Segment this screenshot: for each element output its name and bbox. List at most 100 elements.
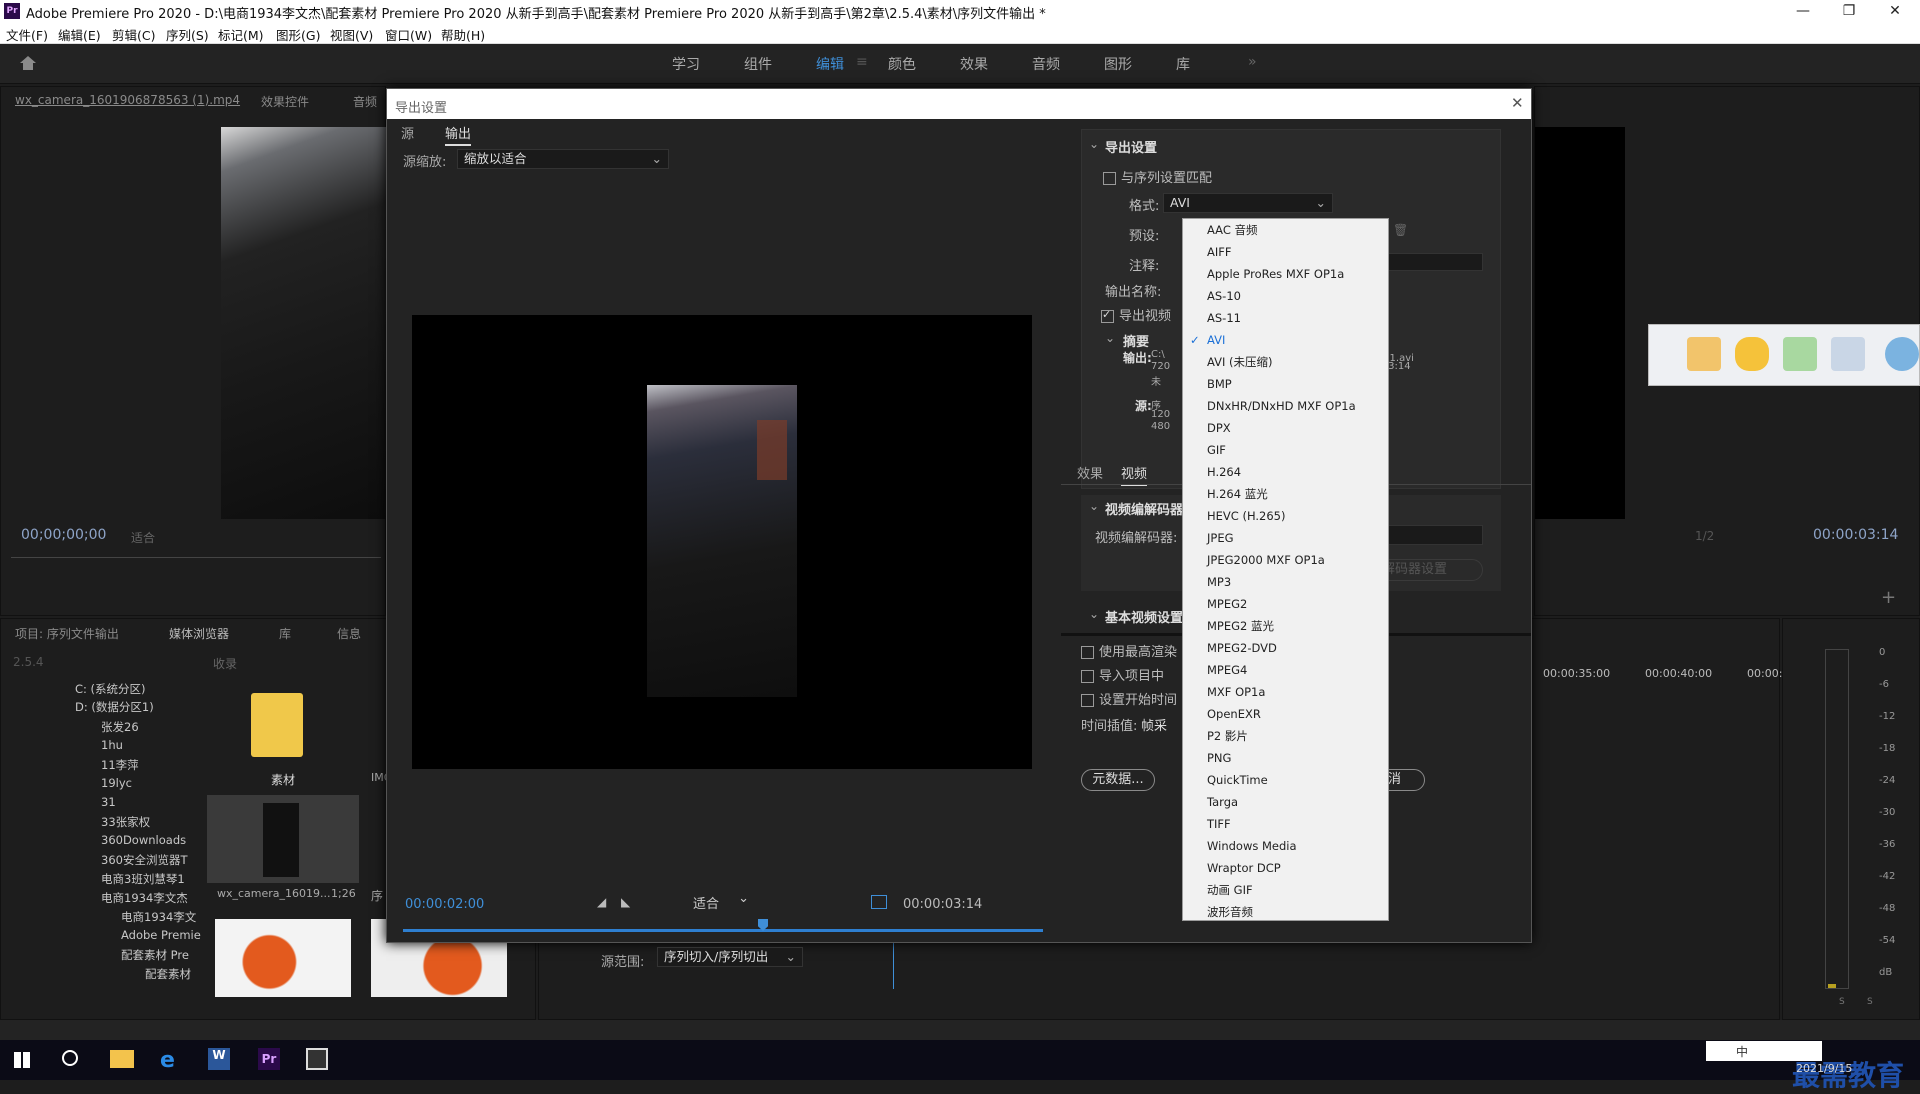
folder-icon[interactable] — [251, 693, 303, 757]
tab-video[interactable]: 视频 — [1121, 463, 1148, 486]
format-option[interactable]: Windows Media — [1183, 835, 1388, 857]
menu-window[interactable]: 窗口(W) — [385, 25, 432, 44]
format-option[interactable]: JPEG — [1183, 527, 1388, 549]
workspace-more-icon[interactable]: » — [1248, 54, 1257, 70]
format-option[interactable]: GIF — [1183, 439, 1388, 461]
windows-start-icon[interactable] — [14, 1052, 30, 1068]
source-scale-select[interactable]: 缩放以适合 ⌄ — [457, 149, 669, 169]
timecode-in[interactable]: 00:00:02:00 — [405, 897, 484, 912]
format-option[interactable]: H.264 — [1183, 461, 1388, 483]
tree-item[interactable]: C: (系统分区) — [75, 681, 146, 697]
source-timecode[interactable]: 00;00;00;00 — [21, 527, 106, 543]
workspace-editing[interactable]: 编辑 — [816, 54, 844, 74]
format-select[interactable]: AVI ⌄ — [1163, 193, 1333, 213]
format-option[interactable]: MPEG2 — [1183, 593, 1388, 615]
taskbar-date[interactable]: 2021/9/15 — [1796, 1062, 1852, 1075]
workspace-assembly[interactable]: 组件 — [744, 54, 772, 74]
solo-button[interactable]: S — [1867, 997, 1873, 1007]
workspace-libraries[interactable]: 库 — [1176, 54, 1190, 74]
format-option[interactable]: 动画 GIF — [1183, 879, 1388, 901]
tree-item[interactable]: 11李萍 — [101, 757, 139, 773]
hand-icon[interactable] — [1687, 337, 1721, 371]
source-tab[interactable]: wx_camera_1601906878563 (1).mp4 — [15, 93, 240, 107]
tree-item[interactable]: 电商1934李文 — [121, 909, 196, 925]
fit-select[interactable]: 适合 ⌄ — [693, 891, 753, 913]
media-browser-tab[interactable]: 媒体浏览器 — [169, 625, 229, 642]
tree-item[interactable]: 33张家权 — [101, 814, 150, 830]
collapse-icon[interactable]: ⌄ — [1089, 137, 1099, 151]
format-option[interactable]: BMP — [1183, 373, 1388, 395]
match-sequence-checkbox[interactable]: 与序列设置匹配 — [1103, 167, 1212, 186]
range-bar[interactable] — [403, 929, 1043, 932]
file-explorer-icon[interactable] — [110, 1050, 134, 1068]
maximize-button[interactable]: ❐ — [1826, 0, 1872, 22]
workspace-color[interactable]: 颜色 — [888, 54, 916, 74]
menu-graphics[interactable]: 图形(G) — [276, 25, 320, 44]
format-option[interactable]: MPEG2-DVD — [1183, 637, 1388, 659]
workspace-learn[interactable]: 学习 — [672, 54, 700, 74]
metadata-button[interactable]: 元数据... — [1081, 769, 1155, 791]
format-option[interactable]: MPEG2 蓝光 — [1183, 615, 1388, 637]
format-option[interactable]: QuickTime — [1183, 769, 1388, 791]
workspace-effects[interactable]: 效果 — [960, 54, 988, 74]
favorites-checkbox[interactable]: 收录 — [213, 655, 237, 672]
tab-output[interactable]: 输出 — [445, 123, 472, 146]
tree-item[interactable]: 360Downloads — [101, 833, 186, 847]
source-fit-select[interactable]: 适合 — [131, 529, 155, 546]
path-select[interactable]: 2.5.4 — [13, 655, 44, 669]
collapse-icon[interactable]: ⌄ — [1089, 499, 1099, 513]
set-in-icon[interactable]: ◢ — [597, 895, 606, 909]
max-render-checkbox[interactable]: 使用最高渲染 — [1081, 641, 1177, 660]
tree-item[interactable]: 360安全浏览器T — [101, 852, 187, 868]
format-option[interactable]: Targa — [1183, 791, 1388, 813]
close-window-button[interactable]: ✕ — [1872, 0, 1918, 22]
tomato-thumbnail[interactable] — [215, 919, 351, 997]
export-icon[interactable] — [1783, 337, 1817, 371]
format-option[interactable]: TIFF — [1183, 813, 1388, 835]
premiere-icon[interactable]: Pr — [258, 1048, 280, 1070]
photos-icon[interactable] — [306, 1048, 328, 1070]
collapse-icon[interactable]: ⌄ — [1105, 331, 1115, 345]
format-option[interactable]: OpenEXR — [1183, 703, 1388, 725]
tree-item[interactable]: 电商3班刘慧琴1 — [101, 871, 185, 887]
program-ratio-select[interactable]: 1/2 — [1695, 529, 1714, 543]
format-option[interactable]: DPX — [1183, 417, 1388, 439]
collapse-icon[interactable]: ⌄ — [1089, 607, 1099, 621]
workspace-menu-icon[interactable]: ≡ — [856, 54, 868, 70]
tree-item[interactable]: 配套素材 Pre — [121, 947, 189, 963]
format-option[interactable]: AIFF — [1183, 241, 1388, 263]
format-option[interactable]: AS-10 — [1183, 285, 1388, 307]
format-option[interactable]: HEVC (H.265) — [1183, 505, 1388, 527]
search-icon[interactable] — [62, 1050, 78, 1066]
menu-file[interactable]: 文件(F) — [6, 25, 48, 44]
format-option-selected[interactable]: ✓ AVI — [1183, 329, 1388, 351]
format-option[interactable]: JPEG2000 MXF OP1a — [1183, 549, 1388, 571]
dialog-close-button[interactable]: ✕ — [1511, 94, 1524, 112]
source-ruler[interactable] — [11, 557, 381, 558]
clip-thumbnail[interactable] — [207, 795, 359, 883]
tab-effects[interactable]: 效果 — [1077, 463, 1103, 482]
effect-controls-tab[interactable]: 效果控件 — [261, 93, 309, 110]
tree-item[interactable]: 张发26 — [101, 719, 139, 735]
format-option[interactable]: P2 影片 — [1183, 725, 1388, 747]
libraries-tab[interactable]: 库 — [279, 625, 291, 642]
comment-icon[interactable] — [1735, 337, 1769, 371]
zoom-icon[interactable] — [1831, 337, 1865, 371]
format-option[interactable]: DNxHR/DNxHD MXF OP1a — [1183, 395, 1388, 417]
format-option[interactable]: Apple ProRes MXF OP1a — [1183, 263, 1388, 285]
tree-item[interactable]: D: (数据分区1) — [75, 699, 154, 715]
menu-marker[interactable]: 标记(M) — [218, 25, 264, 44]
tree-item[interactable]: Adobe Premie — [121, 928, 201, 942]
format-option[interactable]: MP3 — [1183, 571, 1388, 593]
format-option[interactable]: AS-11 — [1183, 307, 1388, 329]
export-video-checkbox[interactable]: 导出视频 — [1101, 305, 1171, 324]
source-range-select[interactable]: 序列切入/序列切出 ⌄ — [657, 947, 803, 967]
project-tab[interactable]: 项目: 序列文件输出 — [15, 625, 119, 642]
aspect-correct-icon[interactable] — [871, 895, 887, 909]
help-icon[interactable] — [1885, 337, 1919, 371]
edge-icon[interactable]: e — [160, 1048, 184, 1073]
time-interp-value[interactable]: 帧采 — [1141, 715, 1167, 734]
minimize-button[interactable]: — — [1780, 0, 1826, 22]
tree-item[interactable]: 19lyc — [101, 776, 132, 790]
info-tab[interactable]: 信息 — [337, 625, 361, 642]
